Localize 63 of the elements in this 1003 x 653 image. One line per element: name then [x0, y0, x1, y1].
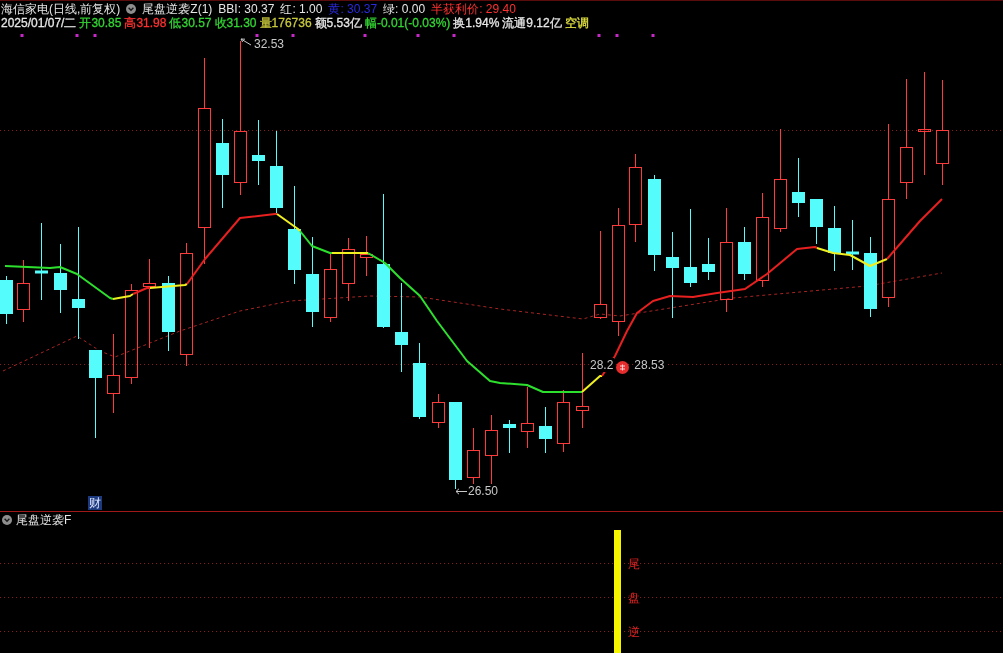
candle — [0, 275, 13, 325]
arrow-icon — [240, 38, 252, 46]
candle — [485, 414, 498, 485]
candle — [467, 427, 480, 485]
candle — [54, 243, 67, 314]
indicator-reading: 绿: 0.00 — [383, 1, 426, 16]
quote-value: 额5.53亿 — [314, 16, 362, 30]
candle — [702, 237, 715, 281]
quote-value: 幅-0.01(-0.03%) — [364, 16, 451, 30]
square-marker-icon — [452, 34, 456, 37]
candle — [828, 205, 841, 272]
price-label: 28.2 — [589, 357, 615, 372]
candle — [432, 393, 445, 429]
round-marker-icon — [616, 361, 630, 374]
indicator-reading: 红: 1.00 — [280, 1, 323, 16]
security-title: 海信家电(日线,前复权) — [1, 1, 121, 16]
quote-value: 收31.30 — [214, 16, 257, 30]
candle — [521, 386, 534, 449]
quote-value: 低30.57 — [169, 16, 212, 30]
quote-value: 流通9.12亿 — [502, 16, 562, 30]
indicator-reading: 半获利价: 29.40 — [431, 1, 516, 16]
square-marker-icon — [363, 34, 367, 37]
candle — [342, 237, 355, 302]
quote-value: 空调 — [564, 16, 589, 30]
arrow-icon — [455, 487, 467, 495]
indicator-name: 尾盘逆袭Z(1) — [142, 1, 213, 16]
indicator-reading: 黄: 30.37 — [328, 1, 378, 16]
square-marker-icon — [615, 34, 619, 37]
square-marker-icon — [416, 34, 420, 37]
square-marker-icon — [291, 34, 295, 37]
candle — [846, 219, 859, 271]
low-price-label: 26.50 — [468, 484, 499, 498]
square-marker-icon — [651, 34, 655, 37]
square-marker-icon — [597, 34, 601, 37]
panel-title: 尾盘逆袭F — [16, 513, 72, 527]
price-label: 28.53 — [633, 357, 666, 372]
quote-value: 开30.85 — [79, 16, 122, 30]
candle — [324, 252, 337, 323]
quote-value: 量176736 — [259, 16, 312, 30]
indicator-reading: BBI: 30.37 — [218, 1, 275, 16]
chevron-down-icon[interactable] — [126, 3, 137, 14]
candle — [738, 226, 751, 281]
quote-value: 高31.98 — [124, 16, 167, 30]
square-marker-icon — [75, 34, 79, 37]
square-marker-icon — [93, 34, 97, 37]
square-marker-icon — [20, 34, 24, 37]
event-badge[interactable]: 财 — [88, 496, 102, 510]
candle — [360, 235, 373, 277]
high-price-label: 32.53 — [254, 37, 285, 51]
quote-value: 换1.94% — [453, 16, 500, 30]
chevron-down-icon[interactable] — [2, 515, 12, 525]
candle — [17, 259, 30, 323]
candle — [557, 389, 570, 453]
candle — [792, 157, 805, 218]
candle — [539, 406, 552, 454]
signal-text: 尾 — [628, 557, 640, 571]
square-marker-icon — [255, 34, 259, 37]
candle — [252, 119, 265, 186]
signal-text: 盘 — [628, 591, 640, 605]
candle — [810, 199, 823, 245]
signal-text: 逆 — [628, 625, 640, 639]
quote-value: 2025/01/07/二 — [1, 16, 77, 30]
candle — [503, 419, 516, 454]
